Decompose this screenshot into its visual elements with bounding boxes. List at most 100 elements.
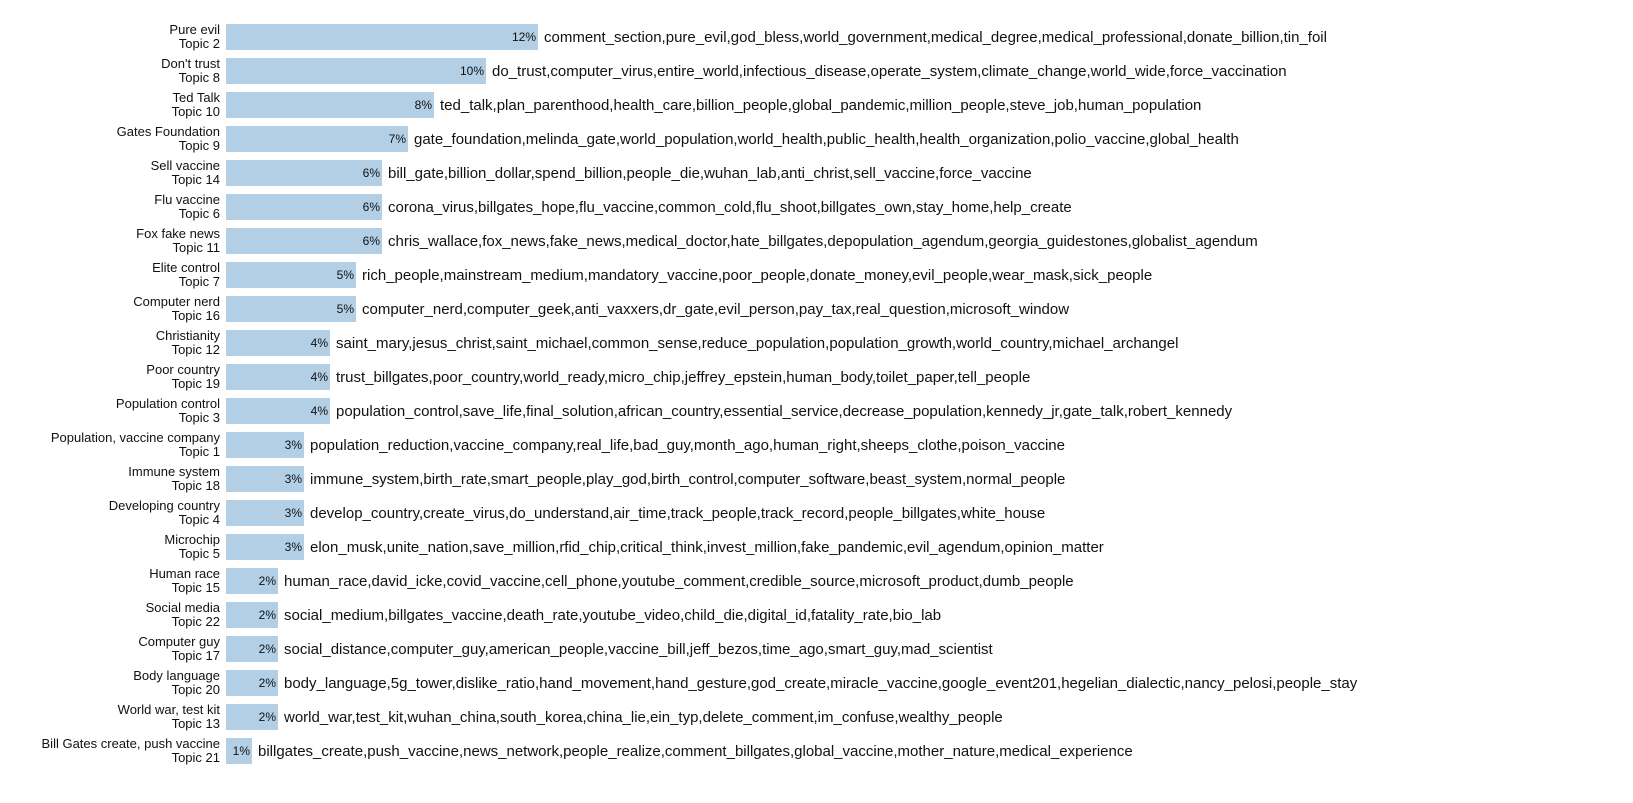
- chart-row: Don't trustTopic 810%do_trust,computer_v…: [10, 54, 1623, 88]
- topic-number: Topic 5: [10, 547, 220, 561]
- chart-row: Computer guyTopic 172%social_distance,co…: [10, 632, 1623, 666]
- topic-terms: social_distance,computer_guy,american_pe…: [278, 632, 993, 666]
- topic-terms: comment_section,pure_evil,god_bless,worl…: [538, 20, 1327, 54]
- bar-value-label: 6%: [226, 224, 382, 258]
- chart-row: Immune systemTopic 183%immune_system,bir…: [10, 462, 1623, 496]
- bar-value-label: 3%: [226, 530, 304, 564]
- topic-terms: chris_wallace,fox_news,fake_news,medical…: [382, 224, 1258, 258]
- chart-row: Gates FoundationTopic 97%gate_foundation…: [10, 122, 1623, 156]
- topic-title: Population, vaccine company: [10, 431, 220, 445]
- topic-terms: gate_foundation,melinda_gate,world_popul…: [408, 122, 1239, 156]
- bar-value-label: 4%: [226, 394, 330, 428]
- chart-row: Elite controlTopic 75%rich_people,mainst…: [10, 258, 1623, 292]
- bar-cell: 2%social_medium,billgates_vaccine,death_…: [226, 598, 1623, 632]
- y-axis-label: World war, test kitTopic 13: [10, 700, 226, 734]
- y-axis-label: ChristianityTopic 12: [10, 326, 226, 360]
- bar-value-label: 3%: [226, 428, 304, 462]
- topic-terms: computer_nerd,computer_geek,anti_vaxxers…: [356, 292, 1069, 326]
- y-axis-label: Immune systemTopic 18: [10, 462, 226, 496]
- topic-number: Topic 4: [10, 513, 220, 527]
- chart-row: Body languageTopic 202%body_language,5g_…: [10, 666, 1623, 700]
- bar-cell: 4%population_control,save_life,final_sol…: [226, 394, 1623, 428]
- bar-cell: 12%comment_section,pure_evil,god_bless,w…: [226, 20, 1623, 54]
- topic-number: Topic 15: [10, 581, 220, 595]
- topic-number: Topic 1: [10, 445, 220, 459]
- bar-cell: 10%do_trust,computer_virus,entire_world,…: [226, 54, 1623, 88]
- bar-value-label: 6%: [226, 190, 382, 224]
- topic-terms: rich_people,mainstream_medium,mandatory_…: [356, 258, 1152, 292]
- topic-terms: world_war,test_kit,wuhan_china,south_kor…: [278, 700, 1003, 734]
- topic-bar-chart: Pure evilTopic 212%comment_section,pure_…: [0, 0, 1633, 803]
- y-axis-label: Sell vaccineTopic 14: [10, 156, 226, 190]
- chart-row: Computer nerdTopic 16 5%computer_nerd,com…: [10, 292, 1623, 326]
- topic-title: Body language: [10, 669, 220, 683]
- bar-value-label: 5%: [226, 292, 356, 326]
- bar-cell: 6%bill_gate,billion_dollar,spend_billion…: [226, 156, 1623, 190]
- y-axis-label: Ted TalkTopic 10: [10, 88, 226, 122]
- topic-number: Topic 20: [10, 683, 220, 697]
- bar-cell: 6%corona_virus,billgates_hope,flu_vaccin…: [226, 190, 1623, 224]
- topic-terms: corona_virus,billgates_hope,flu_vaccine,…: [382, 190, 1072, 224]
- chart-row: Flu vaccineTopic 6 6%corona_virus,billgat…: [10, 190, 1623, 224]
- y-axis-label: Fox fake newsTopic 11: [10, 224, 226, 258]
- bar-cell: 5%rich_people,mainstream_medium,mandator…: [226, 258, 1623, 292]
- bar-value-label: 8%: [226, 88, 434, 122]
- topic-terms: bill_gate,billion_dollar,spend_billion,p…: [382, 156, 1032, 190]
- bar-cell: 2%world_war,test_kit,wuhan_china,south_k…: [226, 700, 1623, 734]
- topic-title: Sell vaccine: [10, 159, 220, 173]
- chart-row: Population, vaccine companyTopic 13%popu…: [10, 428, 1623, 462]
- y-axis-label: Elite controlTopic 7: [10, 258, 226, 292]
- topic-number: Topic 17: [10, 649, 220, 663]
- topic-terms: elon_musk,unite_nation,save_million,rfid…: [304, 530, 1104, 564]
- y-axis-label: Human raceTopic 15: [10, 564, 226, 598]
- bar-cell: 4%trust_billgates,poor_country,world_rea…: [226, 360, 1623, 394]
- topic-number: Topic 11: [10, 241, 220, 255]
- y-axis-label: Population controlTopic 3: [10, 394, 226, 428]
- bar-value-label: 2%: [226, 700, 278, 734]
- bar-value-label: 3%: [226, 496, 304, 530]
- topic-number: Topic 12: [10, 343, 220, 357]
- topic-title: Don't trust: [10, 57, 220, 71]
- topic-number: Topic 22: [10, 615, 220, 629]
- topic-terms: billgates_create,push_vaccine,news_netwo…: [252, 734, 1133, 768]
- topic-title: Gates Foundation: [10, 125, 220, 139]
- bar-cell: 2%social_distance,computer_guy,american_…: [226, 632, 1623, 666]
- bar-value-label: 2%: [226, 564, 278, 598]
- topic-title: Computer nerd: [10, 295, 220, 309]
- topic-terms: population_control,save_life,final_solut…: [330, 394, 1232, 428]
- chart-row: World war, test kitTopic 132%world_war,t…: [10, 700, 1623, 734]
- bar-cell: 3%elon_musk,unite_nation,save_million,rf…: [226, 530, 1623, 564]
- topic-number: Topic 21: [10, 751, 220, 765]
- topic-terms: ted_talk,plan_parenthood,health_care,bil…: [434, 88, 1201, 122]
- topic-terms: trust_billgates,poor_country,world_ready…: [330, 360, 1030, 394]
- topic-title: Fox fake news: [10, 227, 220, 241]
- topic-title: Population control: [10, 397, 220, 411]
- topic-number: Topic 6: [10, 207, 220, 221]
- chart-row: Developing countryTopic 43%develop_count…: [10, 496, 1623, 530]
- y-axis-label: Don't trustTopic 8: [10, 54, 226, 88]
- bar-value-label: 6%: [226, 156, 382, 190]
- topic-number: Topic 8: [10, 71, 220, 85]
- topic-title: Poor country: [10, 363, 220, 377]
- topic-number: Topic 9: [10, 139, 220, 153]
- y-axis-label: Poor countryTopic 19: [10, 360, 226, 394]
- bar-cell: 2%human_race,david_icke,covid_vaccine,ce…: [226, 564, 1623, 598]
- bar-value-label: 10%: [226, 54, 486, 88]
- bar-value-label: 5%: [226, 258, 356, 292]
- y-axis-label: Social mediaTopic 22: [10, 598, 226, 632]
- y-axis-label: Population, vaccine companyTopic 1: [10, 428, 226, 462]
- topic-title: Flu vaccine: [10, 193, 220, 207]
- bar-cell: 2%body_language,5g_tower,dislike_ratio,h…: [226, 666, 1623, 700]
- bar-value-label: 4%: [226, 360, 330, 394]
- bar-value-label: 3%: [226, 462, 304, 496]
- chart-row: ChristianityTopic 124%saint_mary,jesus_c…: [10, 326, 1623, 360]
- topic-number: Topic 2: [10, 37, 220, 51]
- topic-title: World war, test kit: [10, 703, 220, 717]
- y-axis-label: Body languageTopic 20: [10, 666, 226, 700]
- chart-row: Pure evilTopic 212%comment_section,pure_…: [10, 20, 1623, 54]
- bar-value-label: 12%: [226, 20, 538, 54]
- topic-number: Topic 19: [10, 377, 220, 391]
- topic-number: Topic 16: [10, 309, 220, 323]
- bar-value-label: 2%: [226, 666, 278, 700]
- bar-cell: 3%develop_country,create_virus,do_unders…: [226, 496, 1623, 530]
